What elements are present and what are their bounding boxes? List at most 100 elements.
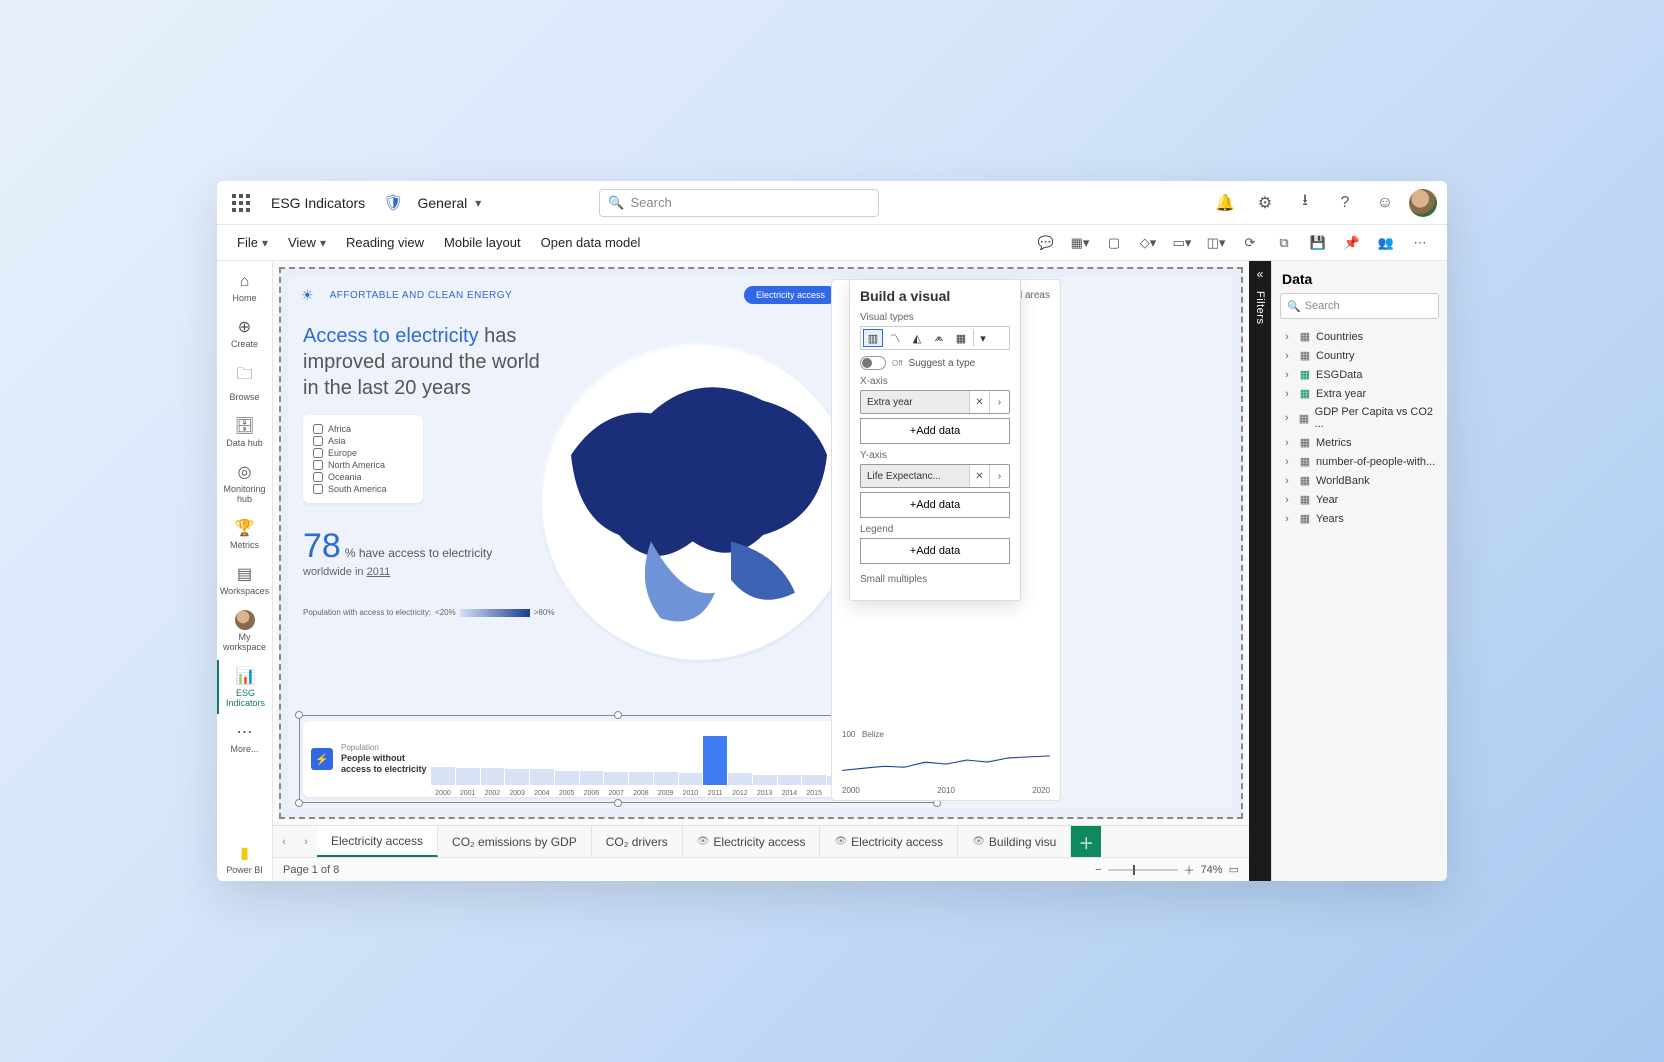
global-search[interactable]: 🔍 Search	[599, 189, 879, 217]
region-asia[interactable]: Asia	[313, 435, 413, 447]
bar-2003[interactable]: 2003	[505, 769, 529, 785]
copilot-icon[interactable]: ▦▾	[1065, 229, 1095, 257]
table-node[interactable]: ›▦WorldBank	[1278, 471, 1441, 490]
region-africa[interactable]: Africa	[313, 423, 413, 435]
tab-co2-gdp[interactable]: CO₂ emissions by GDP	[438, 826, 592, 857]
chevron-right-icon[interactable]: ›	[989, 465, 1009, 487]
bar-2008[interactable]: 2008	[629, 772, 653, 785]
table-node[interactable]: ›▦Metrics	[1278, 433, 1441, 452]
bar-2000[interactable]: 2000	[431, 767, 455, 785]
teams-icon[interactable]: 👥	[1371, 229, 1401, 257]
vistype-column-icon[interactable]: ▥	[863, 329, 883, 347]
nav-workspaces[interactable]: ▤Workspaces	[217, 558, 273, 602]
bar-2004[interactable]: 2004	[530, 769, 554, 785]
nav-my-workspace[interactable]: My workspace	[217, 604, 273, 658]
suggest-toggle[interactable]	[860, 356, 886, 370]
refresh-icon[interactable]: ⟳	[1235, 229, 1265, 257]
nav-monitoring-hub[interactable]: ◎Monitoring hub	[217, 456, 273, 510]
zoom-in-icon[interactable]: ＋	[1184, 862, 1195, 878]
nav-home[interactable]: ⌂Home	[217, 267, 273, 309]
tab-electricity-access[interactable]: Electricity access	[317, 826, 438, 857]
help-icon[interactable]: ?	[1329, 187, 1361, 219]
menu-file[interactable]: File▾	[229, 231, 276, 254]
yaxis-add-data[interactable]: +Add data	[860, 492, 1010, 518]
table-node[interactable]: ›▦ESGData	[1278, 365, 1441, 384]
remove-x-icon[interactable]: ✕	[969, 391, 989, 413]
settings-gear-icon[interactable]: ⚙	[1249, 187, 1281, 219]
bar-2009[interactable]: 2009	[654, 772, 678, 785]
bar-2011[interactable]: 2011	[703, 736, 727, 785]
save-icon[interactable]: 💾	[1303, 229, 1333, 257]
region-europe[interactable]: Europe	[313, 447, 413, 459]
bar-2012[interactable]: 2012	[728, 773, 752, 785]
table-node[interactable]: ›▦Countries	[1278, 327, 1441, 346]
data-search[interactable]: 🔍 Search	[1280, 293, 1439, 319]
shapes-icon[interactable]: ◇▾	[1133, 229, 1163, 257]
menu-reading-view[interactable]: Reading view	[338, 231, 432, 254]
filters-pane-collapsed[interactable]: « Filters	[1249, 261, 1271, 881]
menu-view[interactable]: View▾	[280, 231, 334, 254]
notifications-icon[interactable]: 🔔	[1209, 187, 1241, 219]
nav-create[interactable]: ⊕Create	[217, 311, 273, 355]
xaxis-field-chip[interactable]: Extra year ✕ ›	[860, 390, 1010, 414]
workspace-name[interactable]: ESG Indicators	[271, 195, 365, 211]
chevron-down-icon[interactable]: ▾	[475, 196, 481, 210]
vistype-ribbon-icon[interactable]: ⩕	[929, 329, 949, 347]
vistype-table-icon[interactable]: ▦	[951, 329, 971, 347]
duplicate-icon[interactable]: ⧉	[1269, 229, 1299, 257]
menu-mobile-layout[interactable]: Mobile layout	[436, 231, 529, 254]
fit-page-icon[interactable]: ▭	[1229, 863, 1239, 876]
tab-electricity-access-3[interactable]: 👁Electricity access	[820, 826, 958, 857]
tab-co2-drivers[interactable]: CO₂ drivers	[592, 826, 683, 857]
feedback-smiley-icon[interactable]: ☺	[1369, 187, 1401, 219]
table-node[interactable]: ›▦number-of-people-with...	[1278, 452, 1441, 471]
menu-open-data-model[interactable]: Open data model	[533, 231, 649, 254]
nav-metrics[interactable]: 🏆Metrics	[217, 512, 273, 556]
tabs-prev-icon[interactable]: ‹	[273, 826, 295, 857]
chat-icon[interactable]: 💬	[1031, 229, 1061, 257]
pin-icon[interactable]: 📌	[1337, 229, 1367, 257]
visual-gallery-icon[interactable]: ◫▾	[1201, 229, 1231, 257]
bar-2007[interactable]: 2007	[604, 772, 628, 785]
nav-browse[interactable]: 🗀Browse	[217, 357, 273, 408]
zoom-control[interactable]: − ＋ 74% ▭	[1095, 862, 1239, 878]
zoom-slider[interactable]	[1108, 869, 1178, 871]
sensitivity-label[interactable]: General	[417, 195, 467, 211]
vistype-area-icon[interactable]: ◭	[907, 329, 927, 347]
vistype-more-chevron-icon[interactable]: ▾	[973, 329, 993, 347]
tab-building-visu[interactable]: 👁Building visu	[958, 826, 1071, 857]
nav-power-bi[interactable]: ▮Power BI	[217, 837, 273, 881]
region-north-america[interactable]: North America	[313, 459, 413, 471]
nav-data-hub[interactable]: 🗄Data hub	[217, 410, 273, 454]
nav-esg-indicators[interactable]: 📊ESG Indicators	[217, 660, 273, 714]
table-node[interactable]: ›▦Year	[1278, 490, 1441, 509]
app-launcher-icon[interactable]	[227, 189, 255, 217]
tabs-next-icon[interactable]: ›	[295, 826, 317, 857]
bar-2015[interactable]: 2015	[802, 775, 826, 785]
bar-2010[interactable]: 2010	[679, 773, 703, 785]
globe-map[interactable]	[539, 343, 859, 663]
vistype-line-icon[interactable]: 〽	[885, 329, 905, 347]
expand-filters-icon[interactable]: «	[1257, 267, 1264, 281]
text-box-icon[interactable]: ▢	[1099, 229, 1129, 257]
table-node[interactable]: ›▦Years	[1278, 509, 1441, 528]
yaxis-field-chip[interactable]: Life Expectanc... ✕ ›	[860, 464, 1010, 488]
bar-2006[interactable]: 2006	[580, 771, 604, 785]
table-node[interactable]: ›▦Extra year	[1278, 384, 1441, 403]
xaxis-add-data[interactable]: +Add data	[860, 418, 1010, 444]
bar-2002[interactable]: 2002	[481, 768, 505, 785]
chevron-right-icon[interactable]: ›	[989, 391, 1009, 413]
tab-electricity-access-2[interactable]: 👁Electricity access	[683, 826, 821, 857]
bar-2014[interactable]: 2014	[778, 775, 802, 785]
remove-y-icon[interactable]: ✕	[969, 465, 989, 487]
bar-2013[interactable]: 2013	[753, 775, 777, 785]
report-canvas[interactable]: ☀ AFFORTABLE AND CLEAN ENERGY Electricit…	[279, 267, 1243, 819]
zoom-out-icon[interactable]: −	[1095, 864, 1101, 876]
nav-more[interactable]: ⋯More...	[217, 716, 273, 760]
bar-2005[interactable]: 2005	[555, 771, 579, 785]
table-node[interactable]: ›▦GDP Per Capita vs CO2 ...	[1278, 403, 1441, 433]
region-south-america[interactable]: South America	[313, 483, 413, 495]
legend-add-data[interactable]: +Add data	[860, 538, 1010, 564]
buttons-icon[interactable]: ▭▾	[1167, 229, 1197, 257]
pill-electricity-access[interactable]: Electricity access	[744, 286, 837, 304]
